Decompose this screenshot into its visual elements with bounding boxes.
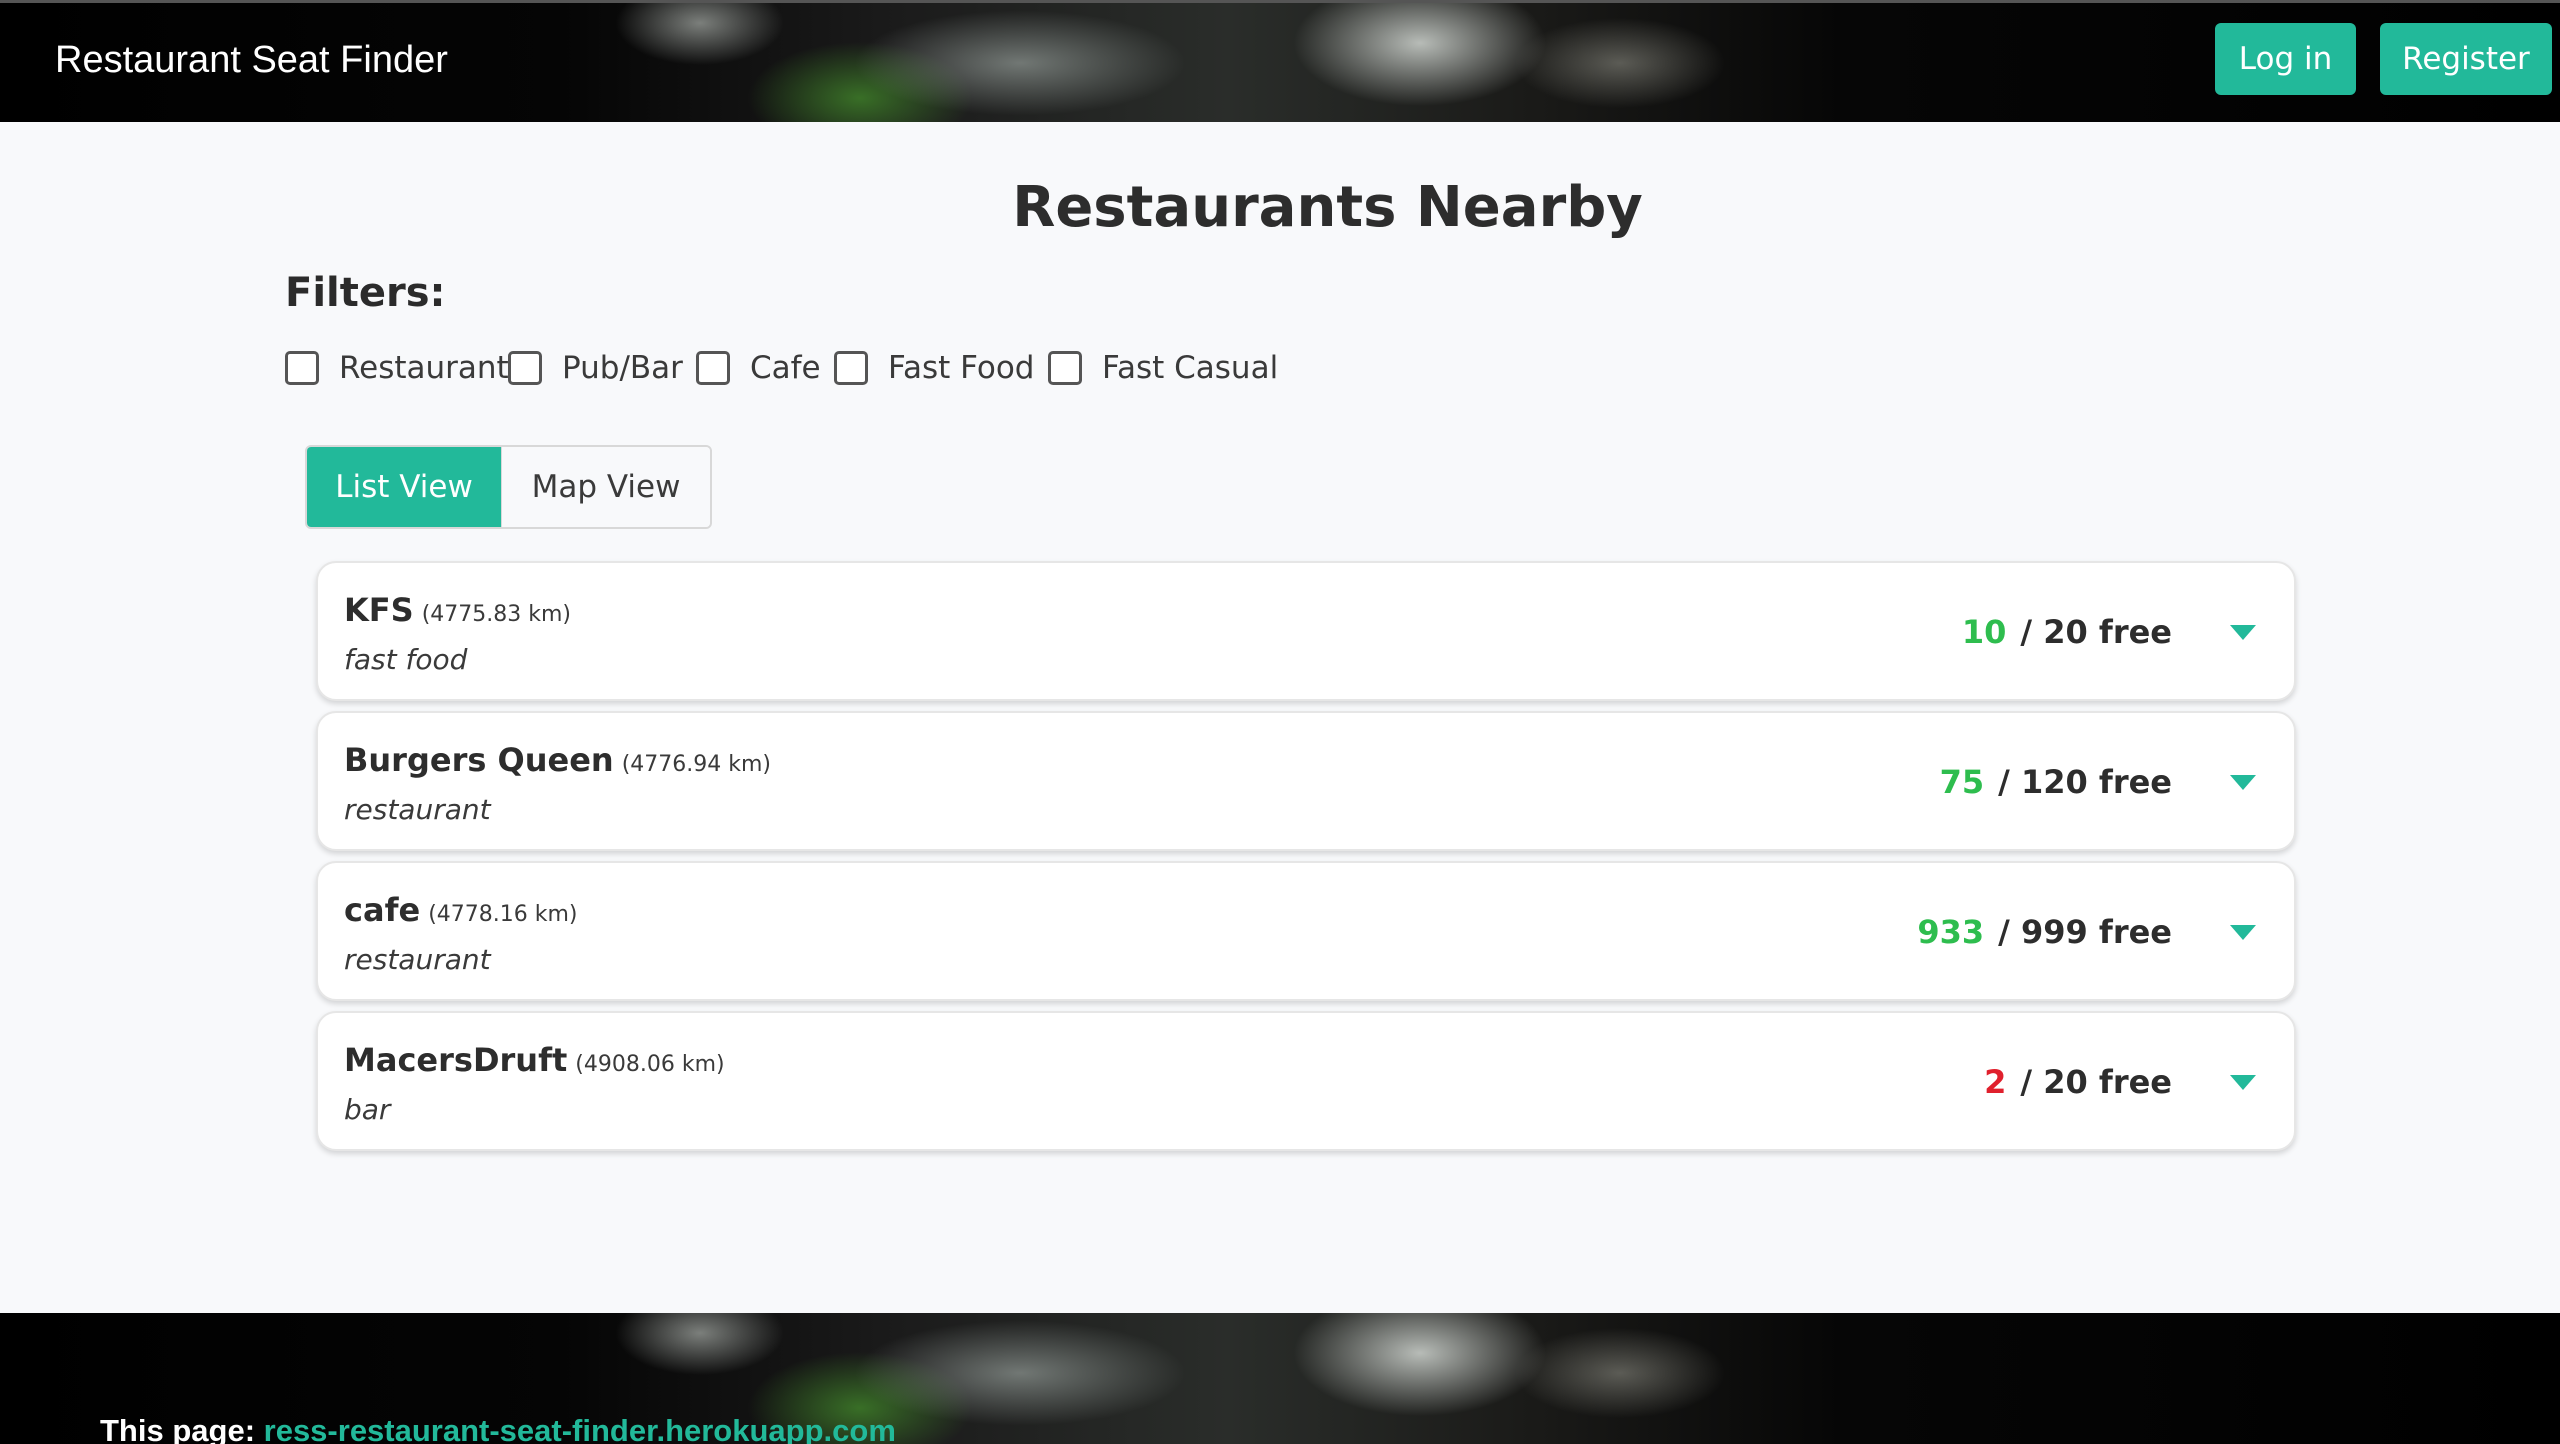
fast-casual-checkbox[interactable] (1048, 351, 1082, 385)
brand-title[interactable]: Restaurant Seat Finder (55, 39, 448, 82)
restaurant-card[interactable]: cafe (4778.16 km) restaurant 933 / 999 fre… (316, 861, 2296, 1001)
filter-fast-food[interactable]: Fast Food (834, 345, 1034, 391)
filter-label: Fast Food (888, 350, 1035, 386)
page-title: Restaurants Nearby (1012, 175, 1643, 240)
footer: This page: ress-restaurant-seat-finder.h… (0, 1313, 2560, 1444)
restaurant-name-text: KFS (344, 591, 414, 629)
seat-availability: 2 / 20 free (1984, 1063, 2172, 1101)
restaurant-name-text: cafe (344, 891, 421, 929)
filter-restaurant[interactable]: Restaurant (285, 345, 509, 391)
restaurant-distance: (4776.94 km) (621, 752, 772, 777)
restaurant-distance: (4775.83 km) (421, 602, 572, 627)
restaurant-name-text: Burgers Queen (344, 741, 614, 779)
footer-text: This page: ress-restaurant-seat-finder.h… (100, 1413, 896, 1444)
total-seats: / 999 free (1998, 913, 2172, 951)
cafe-checkbox[interactable] (696, 351, 730, 385)
top-navbar: Restaurant Seat Finder Log in Register (0, 0, 2560, 122)
expand-caret-icon[interactable] (2230, 925, 2256, 940)
restaurant-card[interactable]: KFS (4775.83 km) fast food 10 / 20 free (316, 561, 2296, 701)
list-view-button[interactable]: List View (307, 447, 501, 527)
register-button[interactable]: Register (2380, 23, 2552, 95)
free-seats-count: 75 (1939, 763, 1985, 801)
fast-food-checkbox[interactable] (834, 351, 868, 385)
restaurant-name: KFS (4775.83 km) (344, 591, 571, 629)
map-view-button[interactable]: Map View (501, 447, 710, 527)
restaurant-distance: (4908.06 km) (575, 1052, 725, 1077)
restaurant-distance: (4778.16 km) (428, 902, 578, 927)
restaurant-card[interactable]: MacersDruft (4908.06 km) bar 2 / 20 free (316, 1011, 2296, 1151)
seat-availability: 10 / 20 free (1962, 613, 2172, 651)
restaurant-type: restaurant (344, 793, 491, 826)
total-seats: / 20 free (2020, 613, 2172, 651)
pub-bar-checkbox[interactable] (508, 351, 542, 385)
restaurant-name: Burgers Queen (4776.94 km) (344, 741, 771, 779)
free-seats-count: 933 (1917, 913, 1985, 951)
expand-caret-icon[interactable] (2230, 625, 2256, 640)
filter-label: Cafe (750, 350, 821, 386)
restaurant-type: restaurant (344, 943, 491, 976)
free-seats-count: 10 (1961, 613, 2007, 651)
restaurant-name-text: MacersDruft (344, 1041, 568, 1079)
restaurant-name: MacersDruft (4908.06 km) (344, 1041, 725, 1079)
footer-link[interactable]: ress-restaurant-seat-finder.herokuapp.co… (264, 1413, 896, 1444)
filter-label: Pub/Bar (562, 350, 683, 386)
login-button[interactable]: Log in (2215, 23, 2356, 95)
filters-heading: Filters: (285, 270, 446, 316)
filter-pub-bar[interactable]: Pub/Bar (508, 345, 683, 391)
footer-label: This page: (100, 1413, 256, 1444)
total-seats: / 20 free (2020, 1063, 2172, 1101)
restaurant-type: bar (344, 1093, 391, 1126)
free-seats-count: 2 (1984, 1063, 2007, 1101)
restaurant-name: cafe (4778.16 km) (344, 891, 578, 929)
restaurant-card[interactable]: Burgers Queen (4776.94 km) restaurant 75 /… (316, 711, 2296, 851)
expand-caret-icon[interactable] (2230, 1075, 2256, 1090)
filter-label: Fast Casual (1102, 350, 1279, 386)
filter-label: Restaurant (339, 350, 509, 386)
total-seats: / 120 free (1998, 763, 2172, 801)
expand-caret-icon[interactable] (2230, 775, 2256, 790)
view-toggle: List View Map View (305, 445, 712, 529)
seat-availability: 75 / 120 free (1940, 763, 2172, 801)
restaurant-checkbox[interactable] (285, 351, 319, 385)
filter-fast-casual[interactable]: Fast Casual (1048, 345, 1278, 391)
seat-availability: 933 / 999 free (1917, 913, 2172, 951)
restaurant-type: fast food (344, 643, 468, 676)
filter-cafe[interactable]: Cafe (696, 345, 821, 391)
